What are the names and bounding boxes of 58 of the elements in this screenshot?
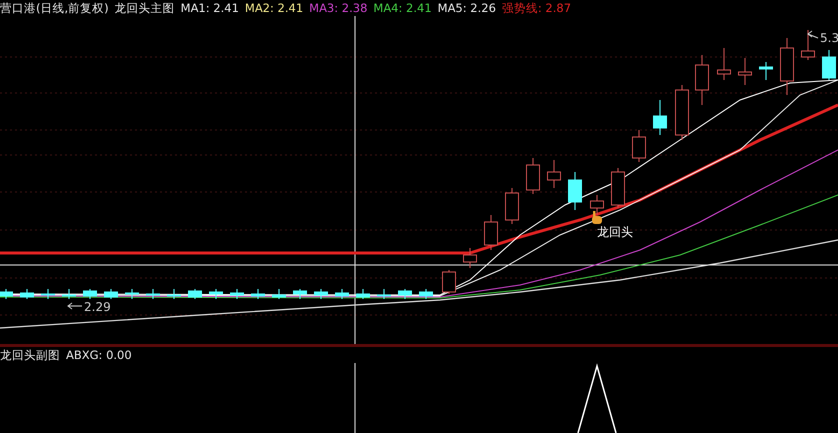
candlestick bbox=[419, 288, 433, 300]
pointer-arrow bbox=[807, 30, 818, 38]
candlestick bbox=[547, 160, 561, 188]
candlestick bbox=[83, 288, 97, 300]
candlestick bbox=[717, 48, 731, 80]
candlestick bbox=[251, 288, 265, 300]
pointer-arrow bbox=[67, 302, 82, 310]
indicator-reading: 强势线: 2.87 bbox=[502, 1, 572, 15]
candlestick bbox=[653, 100, 667, 136]
candlestick bbox=[356, 288, 370, 300]
candlestick bbox=[398, 288, 412, 300]
candlestick bbox=[0, 288, 13, 300]
candlestick bbox=[314, 288, 328, 300]
candlestick bbox=[611, 168, 625, 208]
hand-icon bbox=[592, 211, 602, 224]
chart-title: 龙回头副图 bbox=[0, 348, 60, 362]
candlestick bbox=[568, 172, 582, 210]
signal-label: 龙回头 bbox=[597, 225, 633, 239]
indicator-reading: MA4: 2.41 bbox=[373, 1, 432, 15]
candlestick bbox=[695, 54, 709, 106]
candlestick bbox=[738, 58, 752, 86]
chart-title: 龙回头主图 bbox=[114, 1, 175, 15]
candlestick bbox=[230, 288, 244, 300]
indicator-reading: MA5: 2.26 bbox=[438, 1, 496, 15]
stock-title: 营口港(日线,前复权) bbox=[0, 1, 109, 15]
candlestick bbox=[125, 288, 139, 300]
candlestick bbox=[377, 288, 391, 300]
candlestick bbox=[759, 62, 773, 80]
candlestick bbox=[675, 84, 689, 140]
indicator-reading: MA3: 2.38 bbox=[309, 1, 368, 15]
crosshair-line bbox=[354, 363, 356, 433]
candlestick bbox=[293, 288, 307, 300]
candlestick bbox=[272, 288, 286, 300]
candlestick bbox=[62, 288, 76, 300]
candlestick bbox=[780, 38, 794, 96]
candlestick bbox=[590, 194, 604, 216]
candlestick bbox=[801, 30, 815, 60]
candlestick bbox=[632, 130, 646, 162]
price-label: 2.29 bbox=[84, 300, 111, 314]
candlestick bbox=[442, 270, 456, 294]
candlestick bbox=[20, 288, 34, 300]
candlestick bbox=[335, 288, 349, 300]
indicator-reading: ABXG: 0.00 bbox=[66, 348, 132, 362]
candlestick bbox=[146, 288, 160, 300]
candlestick bbox=[188, 288, 202, 300]
candlestick bbox=[484, 214, 498, 250]
indicator-reading: MA2: 2.41 bbox=[244, 1, 304, 15]
indicator-line bbox=[577, 363, 617, 433]
price-label: 5.3 bbox=[820, 31, 838, 45]
candlestick bbox=[463, 248, 477, 268]
indicator-reading: MA1: 2.41 bbox=[180, 1, 239, 15]
candlestick bbox=[209, 288, 223, 300]
candlestick bbox=[822, 50, 836, 80]
candlestick bbox=[41, 288, 55, 300]
candlestick bbox=[167, 288, 181, 300]
candlestick bbox=[526, 158, 540, 194]
candlestick bbox=[505, 188, 519, 224]
candlestick bbox=[104, 288, 118, 300]
